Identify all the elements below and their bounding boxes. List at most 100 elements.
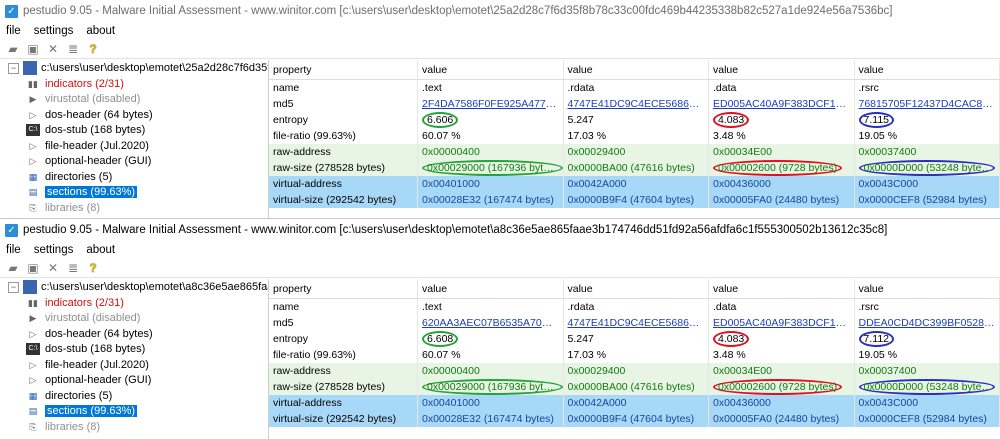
tree-item-virustotal[interactable]: ▶ virustotal (disabled) [0,92,268,108]
arrow-icon: ▷ [29,109,37,120]
property-cell: entropy [269,331,418,347]
open-folder-icon[interactable]: ▰ [6,42,20,56]
tree-items: ▮▮ indicators (2/31) ▶ virustotal (disabled… [0,76,268,216]
list-icon[interactable]: ≣ [66,42,80,56]
table-row[interactable]: virtual-address 0x00401000 0x0042A000 0x004… [269,176,1000,192]
indicators-icon: ▮▮ [28,297,38,308]
value-cell: 0x0000CEF8 (52984 bytes) [854,411,1000,427]
close-x-icon[interactable]: ✕ [46,42,60,56]
value-cell: 3.48 % [708,347,855,363]
title-bar: ✓ pestudio 9.05 - Malware Initial Assess… [0,219,1000,241]
tree-item-directories[interactable]: ▦ directories (5) [0,388,268,404]
tree-item-libraries[interactable]: ⎘ libraries (8) [0,419,268,435]
tree-root[interactable]: − c:\users\user\desktop\emotet\a8c36e5ae… [0,279,268,295]
table-row[interactable]: name .text .rdata .data .rsrc [269,79,1000,96]
sections-grid: property value value value value name .text .rd… [269,60,1000,218]
property-cell: file-ratio (99.63%) [269,347,418,363]
column-header[interactable]: value [417,60,564,80]
indicators-icon: ▮▮ [28,78,38,89]
tree-item-dos-stub[interactable]: C:\ dos-stub (168 bytes) [0,342,268,358]
file-root-icon [23,61,37,75]
menu-settings[interactable]: settings [34,244,74,256]
save-icon[interactable]: ▣ [26,261,40,275]
open-folder-icon[interactable]: ▰ [6,261,20,275]
value-cell: 2F4DA7586F0FE925A477734... [417,96,564,112]
column-header[interactable]: value [563,279,709,299]
tree-item-label: sections (99.63%) [45,186,138,199]
table-row[interactable]: file-ratio (99.63%) 60.07 % 17.03 % 3.48 % 1… [269,128,1000,144]
table-row[interactable]: name .text .rdata .data .rsrc [269,298,1000,315]
value-cell: 17.03 % [563,347,709,363]
tree-item-dos-stub[interactable]: C:\ dos-stub (168 bytes) [0,123,268,139]
property-cell: md5 [269,315,418,331]
table-row[interactable]: entropy 6.606 5.247 4.083 7.115 [269,112,1000,128]
column-header[interactable]: property [269,279,418,299]
value-cell: 0x00002600 (9728 bytes) [708,379,855,395]
tree-item-label: virustotal (disabled) [45,312,141,325]
arrow-icon: ▷ [29,375,37,386]
value-cell: .rdata [563,79,709,96]
highlight-circle: 7.115 [858,112,894,128]
tree-item-file-header[interactable]: ▷ file-header (Jul.2020) [0,138,268,154]
tree-item-label: indicators (2/31) [45,77,124,90]
menu-about[interactable]: about [86,244,115,256]
column-header[interactable]: value [854,60,1000,80]
tree-item-directories[interactable]: ▦ directories (5) [0,169,268,185]
tree-item-file-header[interactable]: ▷ file-header (Jul.2020) [0,357,268,373]
tree-item-label: sections (99.63%) [45,405,138,418]
value-cell: 0x00029400 [563,363,709,379]
table-header-row: property value value value value [269,60,1000,80]
sections-grid: property value value value value name .text .rd… [269,279,1000,439]
column-header[interactable]: value [417,279,564,299]
tree-item-optional-header[interactable]: ▷ optional-header (GUI) [0,154,268,170]
tree-item-optional-header[interactable]: ▷ optional-header (GUI) [0,373,268,389]
list-icon[interactable]: ≣ [66,261,80,275]
tree-root-label: c:\users\user\desktop\emotet\25a2d28c7f6… [41,62,269,74]
table-row[interactable]: raw-address 0x00000400 0x00029400 0x00034E0… [269,363,1000,379]
value-cell: 0x00029400 [563,144,709,160]
collapse-icon[interactable]: − [8,281,19,293]
menu-file[interactable]: file [6,25,21,37]
column-header[interactable]: value [708,279,855,299]
menu-settings[interactable]: settings [34,25,74,37]
collapse-icon[interactable]: − [8,62,19,74]
help-icon[interactable]: ? [86,42,100,56]
tree-item-indicators[interactable]: ▮▮ indicators (2/31) [0,76,268,92]
table-row[interactable]: md5 2F4DA7586F0FE925A477734... 4747E41DC9C… [269,96,1000,112]
column-header[interactable]: property [269,60,418,80]
value-cell: .data [708,79,855,96]
table-row[interactable]: raw-address 0x00000400 0x00029400 0x00034E0… [269,144,1000,160]
toolbar: ▰ ▣ ✕ ≣ ? [0,259,1000,278]
value-cell: 0x0042A000 [563,395,709,411]
tree-panel: − c:\users\user\desktop\emotet\25a2d28c7… [0,60,269,218]
column-header[interactable]: value [708,60,855,80]
tree-root[interactable]: − c:\users\user\desktop\emotet\25a2d28c7… [0,60,268,76]
menu-file[interactable]: file [6,244,21,256]
directories-icon: ▦ [28,390,38,401]
menu-bar: file settings about [0,241,1000,259]
table-row[interactable]: raw-size (278528 bytes) 0x00029000 (16793… [269,379,1000,395]
table-row[interactable]: virtual-size (292542 bytes) 0x00028E32 (1… [269,411,1000,427]
value-cell: 0x00037400 [854,144,1000,160]
table-row[interactable]: entropy 6.608 5.247 4.083 7.112 [269,331,1000,347]
table-row[interactable]: md5 620AA3AEC07B6535A70C9C... 4747E41DC9C4… [269,315,1000,331]
column-header[interactable]: value [854,279,1000,299]
value-cell: 0x00028E32 (167474 bytes) [417,411,564,427]
column-header[interactable]: value [563,60,709,80]
menu-about[interactable]: about [86,25,115,37]
tree-item-dos-header[interactable]: ▷ dos-header (64 bytes) [0,107,268,123]
tree-item-sections[interactable]: ▤ sections (99.63%) [0,404,268,420]
table-row[interactable]: file-ratio (99.63%) 60.07 % 17.03 % 3.48 % 1… [269,347,1000,363]
value-cell: 3.48 % [708,128,855,144]
tree-item-indicators[interactable]: ▮▮ indicators (2/31) [0,295,268,311]
save-icon[interactable]: ▣ [26,42,40,56]
close-x-icon[interactable]: ✕ [46,261,60,275]
tree-item-libraries[interactable]: ⎘ libraries (8) [0,200,268,216]
tree-item-sections[interactable]: ▤ sections (99.63%) [0,185,268,201]
help-icon[interactable]: ? [86,261,100,275]
tree-item-virustotal[interactable]: ▶ virustotal (disabled) [0,311,268,327]
tree-item-dos-header[interactable]: ▷ dos-header (64 bytes) [0,326,268,342]
table-row[interactable]: virtual-size (292542 bytes) 0x00028E32 (1… [269,192,1000,208]
table-row[interactable]: virtual-address 0x00401000 0x0042A000 0x004… [269,395,1000,411]
table-row[interactable]: raw-size (278528 bytes) 0x00029000 (16793… [269,160,1000,176]
